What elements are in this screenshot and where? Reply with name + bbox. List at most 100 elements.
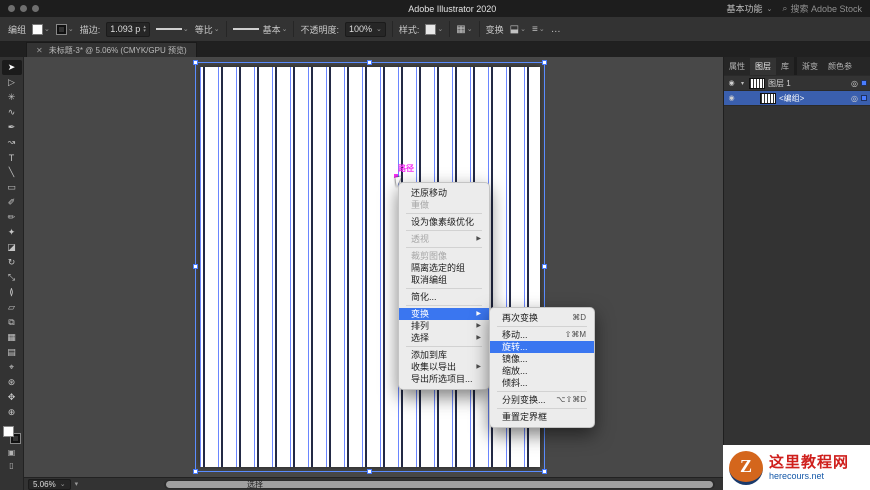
hand-tool[interactable]: ✥ [2,390,22,405]
zoom-tool[interactable]: ⊕ [2,405,22,420]
graphic-style-dropdown[interactable]: ⌄ [425,23,444,35]
transform-submenu-item-scale[interactable]: 缩放... [490,365,594,377]
rectangle-tool[interactable]: ▭ [2,180,22,195]
shaper-tool[interactable]: ✦ [2,225,22,240]
mesh-tool[interactable]: ▦ [2,330,22,345]
opacity-field[interactable]: 100% ⌄ [345,21,386,37]
scale-tool[interactable]: ⤡ [2,270,22,285]
close-icon[interactable]: ✕ [36,46,43,55]
panel-tab-图层[interactable]: 图层 [750,58,776,75]
transform-submenu-item-transform-again[interactable]: 再次变换 ⌘D [490,312,594,324]
menu-item-label: 还原移动 [411,188,448,198]
layer-name[interactable]: 图层 1 [768,78,848,89]
selection-handle[interactable] [193,264,198,269]
context-menu-item-undo-move[interactable]: 还原移动 [399,187,489,199]
selection-handle[interactable] [542,264,547,269]
target-circle-icon[interactable]: ◎ [851,94,858,103]
pencil-tool[interactable]: ✏ [2,210,22,225]
transform-panel-button[interactable]: 变换 [486,23,504,36]
selection-handle[interactable] [367,60,372,65]
direct-selection-tool[interactable]: ▷ [2,75,22,90]
zoom-level-dropdown[interactable]: 5.06% ⌄ [28,478,71,490]
gradient-tool[interactable]: ▤ [2,345,22,360]
context-menu-item-export-selection[interactable]: 导出所选项目... [399,373,489,385]
window-minimize-button[interactable] [20,5,27,12]
context-menu-item-arrange[interactable]: 排列 ▶ [399,320,489,332]
panel-tab-渐变[interactable]: 渐变 [797,58,823,75]
screen-mode-icon[interactable]: ▯ [9,461,13,470]
context-menu-item-make-pixel-perfect[interactable]: 设为像素级优化 [399,216,489,228]
type-tool[interactable]: T [2,150,22,165]
selection-handle[interactable] [193,60,198,65]
transform-submenu-item-rotate[interactable]: 旋转... [490,341,594,353]
context-menu-item-crop-image: 裁剪图像 [399,250,489,262]
brush-dropdown[interactable]: 基本 ⌄ [232,23,287,36]
visibility-eye-icon[interactable]: ◉ [727,79,736,87]
transform-submenu-item-transform-each[interactable]: 分别变换... ⌥⇧⌘D [490,394,594,406]
fill-color-control[interactable]: ⌄ [32,23,50,35]
window-close-button[interactable] [8,5,15,12]
context-menu-item-collect-for-export[interactable]: 收集以导出 ▶ [399,361,489,373]
layer-name[interactable]: <编组> [779,93,848,104]
eyedropper-tool[interactable]: ⌖ [2,360,22,375]
panel-tab-库[interactable]: 库 [776,58,794,75]
expand-chevron-icon[interactable]: ▾ [739,80,746,87]
shape-builder-tool[interactable]: ⧉ [2,315,22,330]
panel-tab-属性[interactable]: 属性 [724,58,750,75]
selection-handle[interactable] [367,469,372,474]
draw-mode-icon[interactable]: ▣ [8,448,16,457]
free-transform-tool[interactable]: ▱ [2,300,22,315]
context-menu-item-transform[interactable]: 变换 ▶ [399,308,489,320]
rotate-tool[interactable]: ↻ [2,255,22,270]
artboard-nav-dropdown[interactable]: ▾ [75,480,79,488]
context-menu-item-isolate-selected-group[interactable]: 隔离选定的组 [399,262,489,274]
panel-tab-颜色参[interactable]: 颜色参 [823,58,857,75]
target-circle-icon[interactable]: ◎ [851,79,858,88]
document-tab[interactable]: ✕ 未标题-3* @ 5.06% (CMYK/GPU 预览) [26,42,197,57]
fill-stroke-swatches[interactable] [2,426,21,444]
shape-options-button[interactable]: ⬓ ⌄ [510,24,526,35]
workspace-switcher[interactable]: 基本功能 ⌄ [727,2,773,15]
line-segment-tool[interactable]: ╲ [2,165,22,180]
transform-submenu-item-reset-bounding-box[interactable]: 重置定界框 [490,411,594,423]
context-menu-item-add-to-library[interactable]: 添加到库 [399,349,489,361]
more-options-icon[interactable]: … [551,24,561,35]
context-menu-item-select[interactable]: 选择 ▶ [399,332,489,344]
stepper-icon[interactable]: ▴ ▾ [143,25,146,34]
layer-row[interactable]: ◉ <编组> ◎ [724,91,870,106]
stock-search-field[interactable]: ⌕ 搜索 Adobe Stock [782,2,862,15]
transform-submenu-item-move[interactable]: 移动... ⇧⌘M [490,329,594,341]
eraser-tool[interactable]: ◪ [2,240,22,255]
pen-tool[interactable]: ✒ [2,120,22,135]
control-bar: 编组 ⌄ ⌄ 描边: 1.093 p ▴▾ ⌄ 等比 ⌄ 基本 ⌄ 不透明度: [0,17,870,42]
chevron-down-icon: ⌄ [466,26,473,33]
width-profile-dropdown[interactable]: 等比 ⌄ [195,23,220,36]
selection-handle[interactable] [193,469,198,474]
selection-handle[interactable] [542,469,547,474]
stroke-style-dropdown[interactable]: ⌄ [155,25,189,33]
recolor-artwork-button[interactable]: ▦ ⌄ [456,24,472,35]
selection-tool[interactable]: ➤ [1,60,22,75]
chevron-down-icon: ⌄ [437,26,444,33]
curvature-tool[interactable]: ↝ [2,135,22,150]
align-options-button[interactable]: ≡ ⌄ [532,24,545,35]
menu-separator [406,305,482,306]
width-tool[interactable]: ≬ [2,285,22,300]
lasso-tool[interactable]: ∿ [2,105,22,120]
fill-color-swatch[interactable] [2,426,14,437]
stroke-color-control[interactable]: ⌄ [55,23,74,35]
window-zoom-button[interactable] [32,5,39,12]
stroke-weight-field[interactable]: 1.093 p ▴ ▾ [106,21,150,37]
transform-submenu-item-reflect[interactable]: 镜像... [490,353,594,365]
canvas-area[interactable]: 路径 5.06% ⌄ ▾ 选择 [24,57,723,490]
selection-handle[interactable] [542,60,547,65]
blend-tool[interactable]: ⊛ [2,375,22,390]
context-menu-item-ungroup[interactable]: 取消编组 [399,274,489,286]
menu-separator [406,213,482,214]
visibility-eye-icon[interactable]: ◉ [727,94,736,102]
context-menu-item-simplify[interactable]: 简化... [399,291,489,303]
paintbrush-tool[interactable]: ✐ [2,195,22,210]
transform-submenu-item-shear[interactable]: 倾斜... [490,377,594,389]
layer-row[interactable]: ◉ ▾ 图层 1 ◎ [724,76,870,91]
magic-wand-tool[interactable]: ✳ [2,90,22,105]
